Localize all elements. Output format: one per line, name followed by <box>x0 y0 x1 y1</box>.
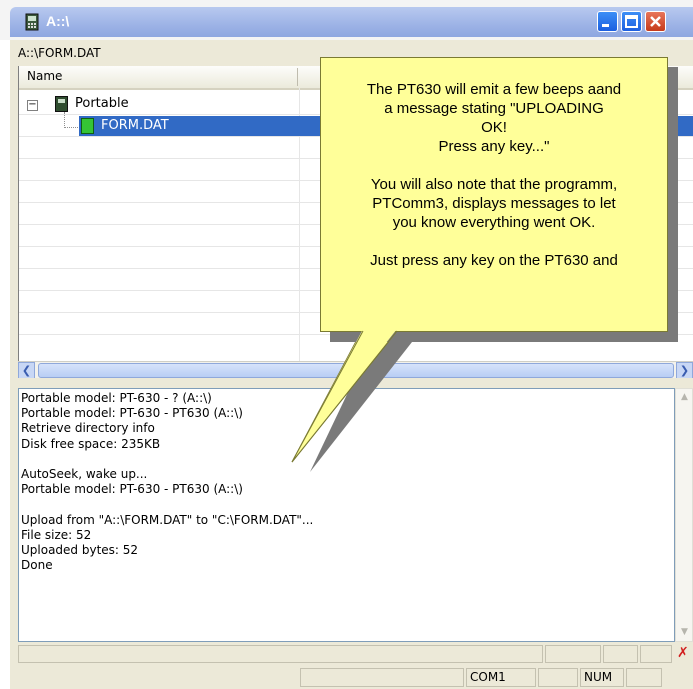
log-output-panel[interactable]: Portable model: PT-630 - ? (A::\) Portabl… <box>18 388 675 642</box>
scroll-left-arrow-icon[interactable]: ❮ <box>18 362 35 379</box>
scroll-up-arrow-icon[interactable]: ▲ <box>677 390 692 405</box>
log-line: File size: 52 <box>21 527 92 542</box>
log-line: Retrieve directory info <box>21 421 155 436</box>
handheld-device-icon <box>55 96 68 112</box>
callout-paragraph-1: The PT630 will emit a few beeps aand a m… <box>366 81 622 155</box>
column-header-name[interactable]: Name <box>27 69 62 83</box>
tree-connector <box>64 112 65 128</box>
close-icon <box>650 16 661 27</box>
scroll-right-arrow-icon[interactable]: ❯ <box>676 362 693 379</box>
status-cell <box>603 645 638 663</box>
file-icon <box>81 118 94 134</box>
log-line: Uploaded bytes: 52 <box>21 543 139 558</box>
log-line: Portable model: PT-630 - PT630 (A::\) <box>21 482 243 497</box>
tree-connector <box>64 127 78 128</box>
log-line: ​ <box>21 497 674 512</box>
status-cell <box>538 668 578 687</box>
status-cell <box>300 668 464 687</box>
tree-node-portable[interactable]: Portable <box>75 96 129 111</box>
status-num: NUM <box>580 668 624 687</box>
maximize-icon <box>625 15 638 28</box>
horizontal-scroll-thumb[interactable] <box>38 363 674 378</box>
status-bar-bottom: COM1 NUM <box>10 666 693 689</box>
window-titlebar: A::\ <box>0 0 693 40</box>
status-cell <box>640 645 672 663</box>
scroll-down-arrow-icon[interactable]: ▼ <box>677 625 692 640</box>
window-title: A::\ <box>46 13 70 29</box>
log-line: Disk free space: 235KB <box>21 436 161 451</box>
collapse-toggle-icon[interactable]: − <box>27 100 38 111</box>
minimize-icon <box>602 24 609 27</box>
minimize-button[interactable] <box>597 11 618 32</box>
log-line: Upload from "A::\FORM.DAT" to "C:\FORM.D… <box>21 512 314 527</box>
callout-paragraph-2: You will also note that the programm, PT… <box>370 176 618 231</box>
log-line: Portable model: PT-630 - PT630 (A::\) <box>21 406 243 421</box>
status-cell <box>626 668 662 687</box>
red-x-icon[interactable]: ✗ <box>677 645 689 661</box>
status-cell <box>545 645 601 663</box>
pane-splitter[interactable] <box>18 378 693 388</box>
log-line: Done <box>21 558 53 573</box>
log-line: Portable model: PT-630 - ? (A::\) <box>21 391 212 405</box>
horizontal-scrollbar[interactable]: ❮ ❯ <box>18 361 693 379</box>
tree-node-form-dat[interactable]: FORM.DAT <box>101 118 169 133</box>
status-port: COM1 <box>466 668 536 687</box>
log-line: AutoSeek, wake up... <box>21 467 148 482</box>
callout-paragraph-3: Just press any key on the PT630 and <box>370 252 618 269</box>
status-cell <box>18 645 543 663</box>
status-bar-top: ✗ <box>18 644 693 665</box>
vertical-scrollbar[interactable]: ▲ ▼ <box>675 388 693 642</box>
maximize-button[interactable] <box>621 11 642 32</box>
log-line: ​ <box>21 452 674 467</box>
tutorial-callout: The PT630 will emit a few beeps aand a m… <box>320 57 668 332</box>
close-button[interactable] <box>645 11 666 32</box>
handheld-device-icon <box>25 13 39 31</box>
column-separator[interactable] <box>297 68 298 86</box>
titlebar-background[interactable]: A::\ <box>10 7 693 37</box>
